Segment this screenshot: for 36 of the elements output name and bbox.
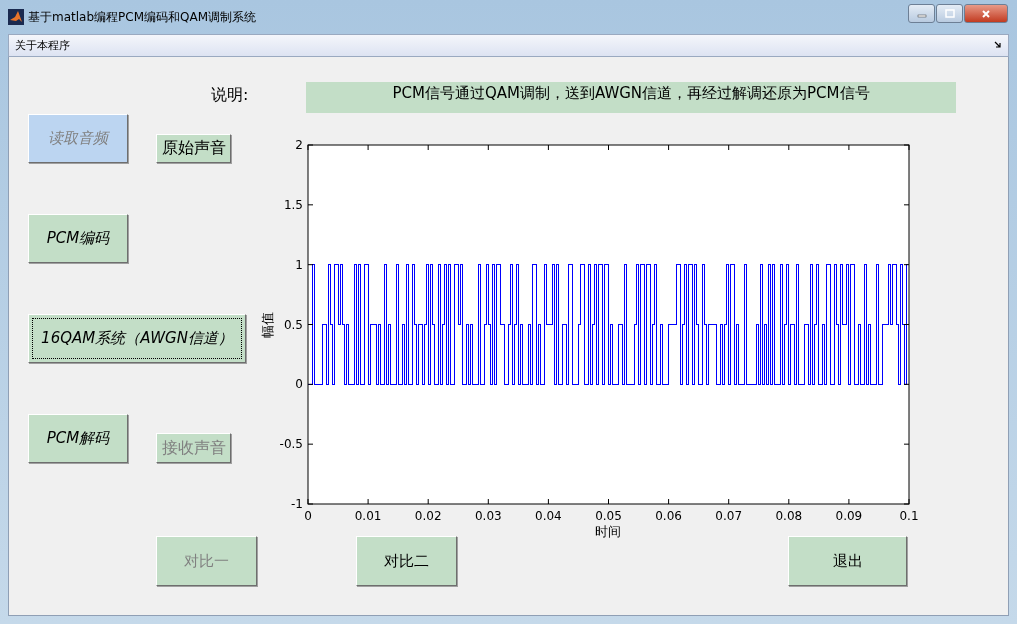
y-tick-label: 0 xyxy=(295,377,303,392)
x-tick-label: 0 xyxy=(304,509,312,523)
window-title: 基于matlab编程PCM编码和QAM调制系统 xyxy=(28,8,257,26)
y-tick-label: -1 xyxy=(291,497,303,511)
x-tick-label: 0.08 xyxy=(775,509,803,523)
description-label: 说明: xyxy=(211,85,249,106)
action-button[interactable]: PCM编码 xyxy=(28,214,128,263)
x-tick-label: 0.09 xyxy=(835,509,863,523)
x-tick-label: 0.06 xyxy=(655,509,682,523)
x-tick-label: 0.1 xyxy=(899,509,919,523)
x-tick-label: 0.01 xyxy=(354,509,382,523)
x-tick-label: 0.04 xyxy=(535,509,562,523)
x-tick-label: 0.05 xyxy=(595,509,622,523)
action-button[interactable]: 原始声音 xyxy=(156,134,231,163)
action-button[interactable]: PCM解码 xyxy=(28,414,128,463)
maximize-icon xyxy=(944,8,955,19)
y-tick-label: -0.5 xyxy=(279,437,303,452)
minimize-button[interactable] xyxy=(908,4,935,23)
maximize-button[interactable] xyxy=(936,4,963,23)
action-button[interactable]: 16QAM系统（AWGN信道） xyxy=(28,314,246,363)
y-tick-label: 2 xyxy=(295,138,303,152)
action-button[interactable]: 退出 xyxy=(788,536,907,586)
close-button[interactable] xyxy=(964,4,1008,23)
description-text: PCM信号通过QAM调制，送到AWGN信道，再经过解调还原为PCM信号 xyxy=(306,82,956,113)
y-axis-label: 幅值 xyxy=(260,312,275,338)
close-icon xyxy=(981,8,991,19)
y-tick-label: 1 xyxy=(295,257,303,272)
action-button[interactable]: 对比二 xyxy=(356,536,457,586)
x-tick-label: 0.07 xyxy=(715,509,743,523)
x-tick-label: 0.03 xyxy=(474,509,502,523)
y-tick-label: 1.5 xyxy=(283,197,303,212)
x-tick-label: 0.02 xyxy=(414,509,442,523)
menu-item[interactable]: 关于本程序 xyxy=(15,38,70,53)
y-tick-label: 0.5 xyxy=(283,317,303,332)
x-axis-label: 时间 xyxy=(595,524,621,539)
dock-arrow-icon[interactable] xyxy=(994,41,1002,49)
